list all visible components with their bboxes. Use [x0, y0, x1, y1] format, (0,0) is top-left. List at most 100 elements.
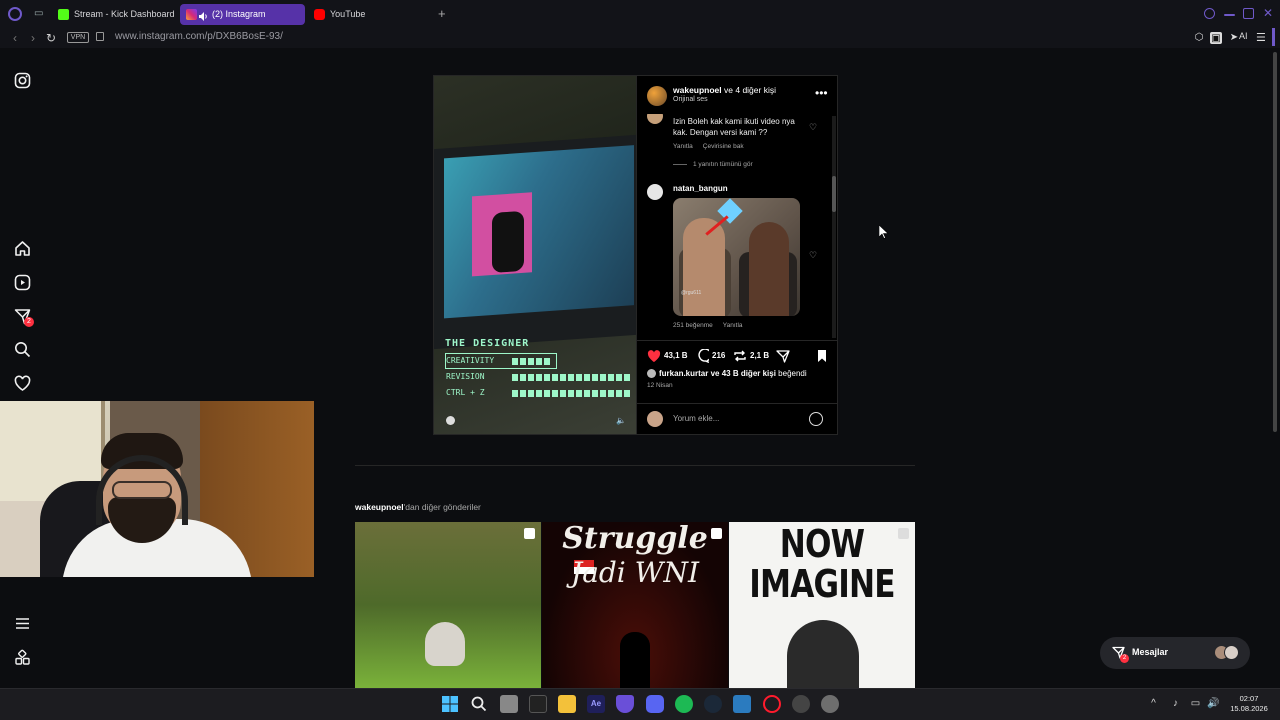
direct-icon[interactable]: 2 [14, 308, 34, 327]
lock-icon[interactable] [96, 32, 104, 41]
more-options-icon[interactable]: ••• [815, 86, 828, 100]
video-stat-row: CREATIVITY [446, 356, 550, 368]
home-icon[interactable] [14, 240, 31, 257]
discord-icon[interactable] [646, 695, 664, 713]
spotify-icon[interactable] [675, 695, 693, 713]
comment-username[interactable]: natan_bangun [673, 184, 728, 193]
post-panel: wakeupnoel ve 4 diğer kişi Orijinal ses … [636, 76, 838, 434]
stat-bars [512, 358, 550, 365]
post-thumbnail[interactable]: Struggle Jadi WNI [542, 522, 728, 688]
emoji-icon[interactable] [809, 412, 823, 426]
audio-label[interactable]: Orijinal ses [673, 96, 708, 103]
post-thumbnail[interactable]: NOW IMAGINE [729, 522, 915, 688]
author-username[interactable]: wakeupnoel [673, 85, 722, 95]
repost-button[interactable]: 2,1 B [733, 349, 769, 363]
terminal-icon[interactable] [529, 695, 547, 713]
steam-icon[interactable] [704, 695, 722, 713]
liked-by-user[interactable]: furkan.kurtar [659, 369, 708, 378]
tab-youtube[interactable]: YouTube [308, 4, 418, 25]
settings-icon[interactable] [821, 695, 839, 713]
tagged-user-icon[interactable] [446, 416, 455, 425]
microphone-icon[interactable]: ♪ [1170, 698, 1181, 709]
view-replies-link[interactable]: 1 yanıtın tümünü gör [673, 161, 753, 168]
meme-person-right [749, 222, 789, 316]
comment-avatar[interactable] [647, 184, 663, 200]
user-avatar [647, 411, 663, 427]
author-collab[interactable]: ve 4 diğer kişi [722, 85, 776, 95]
reply-link[interactable]: Yanıtla [673, 143, 693, 150]
reels-icon[interactable] [14, 274, 31, 291]
network-icon[interactable]: ▭ [1190, 698, 1201, 709]
menu-icon[interactable] [14, 615, 31, 632]
more-posts-author[interactable]: wakeupnoel [355, 502, 404, 512]
messages-label: Mesajlar [1132, 647, 1169, 657]
post-date[interactable]: 12 Nisan [647, 382, 673, 389]
easy-setup-icon[interactable]: ☰ [1256, 31, 1266, 44]
comment-avatar[interactable] [647, 114, 663, 124]
instagram-icon[interactable] [14, 72, 31, 89]
clock[interactable]: 02:07 15.08.2026 [1226, 694, 1272, 714]
tab-instagram[interactable]: (2) Instagram [180, 4, 305, 25]
liker-avatar [647, 369, 656, 379]
comment-likes[interactable]: 251 beğenme [673, 322, 713, 329]
author-name[interactable]: wakeupnoel ve 4 diğer kişi [673, 85, 776, 95]
translate-link[interactable]: Çevirisine bak [703, 143, 744, 150]
github-desktop-icon[interactable] [792, 695, 810, 713]
profile-icon[interactable]: ▣ [1210, 32, 1222, 44]
chevron-up-icon[interactable]: ^ [1148, 698, 1159, 709]
new-tab-icon[interactable]: + [438, 7, 449, 20]
after-effects-icon[interactable]: Ae [587, 695, 605, 713]
extensions-icon[interactable]: ⬡ [1192, 31, 1206, 45]
share-button[interactable] [776, 349, 790, 363]
volume-icon[interactable]: 🔊 [1207, 698, 1219, 709]
comment-count: 216 [712, 351, 726, 360]
comments-scrollbar[interactable] [832, 116, 836, 338]
comment-button[interactable]: 216 [695, 348, 726, 364]
comment-meta: Yanıtla Çevirisine bak [673, 143, 754, 150]
page-scrollbar[interactable] [1272, 52, 1278, 432]
like-button[interactable]: 43,1 B [647, 349, 688, 363]
repost-icon [734, 350, 746, 362]
task-view-icon[interactable] [500, 695, 518, 713]
heart-icon[interactable] [14, 375, 31, 392]
comment-like-icon[interactable]: ♡ [809, 122, 819, 132]
apps-icon[interactable] [14, 649, 31, 666]
search-icon[interactable] [14, 341, 31, 358]
mute-icon[interactable]: 🔈 [616, 416, 626, 425]
reply-link[interactable]: Yanıtla [723, 322, 743, 329]
url-field[interactable]: www.instagram.com/p/DXB6BosE-93/ [115, 31, 283, 42]
comment-input[interactable]: Yorum ekle... [673, 414, 719, 423]
comment-image[interactable]: @rgu611 [673, 198, 800, 316]
search-tabs-icon[interactable] [1204, 8, 1215, 19]
workspaces-icon[interactable]: ▭ [34, 9, 44, 19]
forward-icon[interactable]: › [26, 31, 40, 45]
windows-start-icon[interactable] [441, 695, 459, 713]
bookmark-icon [818, 350, 826, 362]
back-icon[interactable]: ‹ [8, 31, 22, 45]
vpn-badge[interactable]: VPN [67, 32, 89, 43]
opera-gx-icon[interactable] [763, 695, 781, 713]
save-button[interactable] [815, 349, 829, 363]
thumbnail-title: NOW IMAGINE [749, 522, 895, 606]
instagram-sidebar: 2 [0, 48, 46, 688]
monitor-app-icon[interactable] [733, 695, 751, 713]
maximize-icon[interactable] [1243, 8, 1254, 19]
post-thumbnail[interactable] [355, 522, 541, 688]
file-explorer-icon[interactable] [558, 695, 576, 713]
comment-like-icon[interactable]: ♡ [809, 250, 819, 260]
liked-by[interactable]: furkan.kurtar ve 43 B diğer kişi beğendi [647, 369, 807, 379]
messages-button[interactable]: 2 Mesajlar [1100, 637, 1250, 669]
minimize-icon[interactable] [1224, 14, 1235, 16]
ai-button[interactable]: AI [1239, 31, 1248, 41]
kitten-image [425, 622, 465, 666]
liked-by-rest[interactable]: ve 43 B diğer kişi [708, 369, 776, 378]
close-icon[interactable]: ✕ [1263, 7, 1274, 19]
video-stat-row: REVISION [446, 372, 630, 384]
opera-logo-icon[interactable] [8, 7, 22, 21]
author-avatar[interactable] [647, 86, 667, 106]
search-icon[interactable] [470, 695, 488, 713]
post-video[interactable]: THE DESIGNER CREATIVITY REVISION CTRL + … [434, 76, 636, 434]
tab-kick-dashboard[interactable]: Stream - Kick Dashboard [52, 4, 176, 25]
proton-vpn-icon[interactable] [616, 695, 634, 713]
reload-icon[interactable]: ↻ [44, 31, 58, 45]
